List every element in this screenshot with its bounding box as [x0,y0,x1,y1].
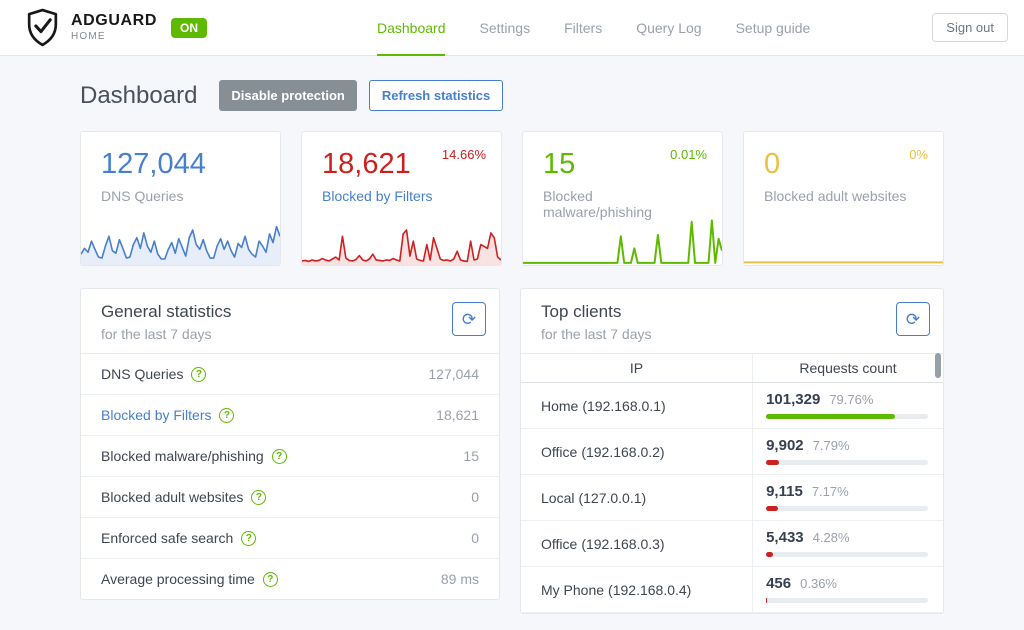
page-title: Dashboard [80,81,198,109]
panel-subtitle: for the last 7 days [541,326,652,342]
client-row: Office (192.168.0.2) 9,902 7.79% [521,429,943,475]
client-row: Home (192.168.0.1) 101,329 79.76% [521,383,943,429]
stat-row: Average processing time? 89 ms [101,571,479,587]
requests-bar [766,414,928,419]
panel-title: Top clients [541,302,622,321]
card-blocked-malware: 15 Blocked malware/phishing 0.01% [522,131,723,266]
requests-bar [766,460,928,465]
client-row: My Phone (192.168.0.4) 456 0.36% [521,567,943,613]
stat-row: Enforced safe search? 0 [81,518,499,559]
general-statistics-panel: General statistics for the last 7 days ⟳… [80,288,500,600]
stat-row: Blocked malware/phishing? 15 [81,436,499,477]
clients-table-header: IP Requests count [521,354,943,383]
help-icon[interactable]: ? [262,571,278,587]
column-header-ip: IP [521,354,754,382]
brand-subtitle: HOME [71,31,106,42]
dashboard-content: Dashboard Disable protection Refresh sta… [80,56,944,614]
main-nav: Dashboard Settings Filters Query Log Set… [376,0,811,56]
help-icon[interactable]: ? [271,448,287,464]
card-percent: 14.66% [441,147,486,162]
card-label: DNS Queries [101,188,184,204]
shield-check-icon [27,8,58,47]
brand-title: ADGUARD [71,12,157,29]
adguard-home-logo: ADGUARD HOME ON [24,8,207,47]
card-label[interactable]: Blocked by Filters [322,188,481,204]
protection-status-badge: ON [170,17,207,38]
requests-bar [766,552,928,557]
nav-item-settings[interactable]: Settings [479,0,530,56]
help-icon[interactable]: ? [219,407,235,423]
client-row: Office (192.168.0.3) 5,433 4.28% [521,521,943,567]
client-row: Local (127.0.0.1) 9,115 7.17% [521,475,943,521]
refresh-icon-button[interactable]: ⟳ [452,302,486,336]
card-value: 127,044 [101,148,206,180]
disable-protection-button[interactable]: Disable protection [219,80,357,111]
blocked-malware-sparkline [523,211,722,265]
help-icon[interactable]: ? [191,366,207,382]
blocked-adult-sparkline [744,211,943,265]
card-blocked-adult: 0 Blocked adult websites 0% [743,131,944,266]
stat-row: DNS Queries? 127,044 [81,354,499,395]
stat-cards-row: 127,044 DNS Queries 18,621 Blocked by Fi… [80,131,944,266]
refresh-icon: ⟳ [461,309,477,329]
stat-row: Blocked by Filters? 18,621 [81,395,499,436]
card-dns-queries: 127,044 DNS Queries [80,131,281,266]
sign-out-button[interactable]: Sign out [932,13,1008,42]
column-header-requests: Requests count [799,360,897,376]
top-bar: ADGUARD HOME ON Dashboard Settings Filte… [0,0,1024,56]
panel-title: General statistics [101,302,232,321]
help-icon[interactable]: ? [251,489,267,505]
refresh-icon-button[interactable]: ⟳ [896,302,930,336]
page-header: Dashboard Disable protection Refresh sta… [80,80,944,111]
table-scrollbar-thumb[interactable] [935,353,941,378]
refresh-statistics-button[interactable]: Refresh statistics [368,80,504,111]
nav-item-query-log[interactable]: Query Log [636,0,701,56]
dns-queries-sparkline [81,211,280,265]
card-percent: 0% [909,147,928,162]
requests-bar [766,506,928,511]
stat-row: Blocked adult websites? 0 [81,477,499,518]
nav-item-dashboard[interactable]: Dashboard [376,0,446,56]
help-icon[interactable]: ? [241,530,257,546]
requests-bar [766,598,928,603]
panel-subtitle: for the last 7 days [101,326,212,342]
nav-item-filters[interactable]: Filters [564,0,602,56]
blocked-filters-sparkline [302,211,501,265]
nav-item-setup-guide[interactable]: Setup guide [736,0,811,56]
card-label: Blocked adult websites [764,188,907,204]
card-percent: 0.01% [670,147,707,162]
refresh-icon: ⟳ [905,309,921,329]
card-blocked-by-filters: 18,621 Blocked by Filters 14.66% [301,131,502,266]
top-clients-panel: Top clients for the last 7 days ⟳ IP Req… [520,288,944,614]
